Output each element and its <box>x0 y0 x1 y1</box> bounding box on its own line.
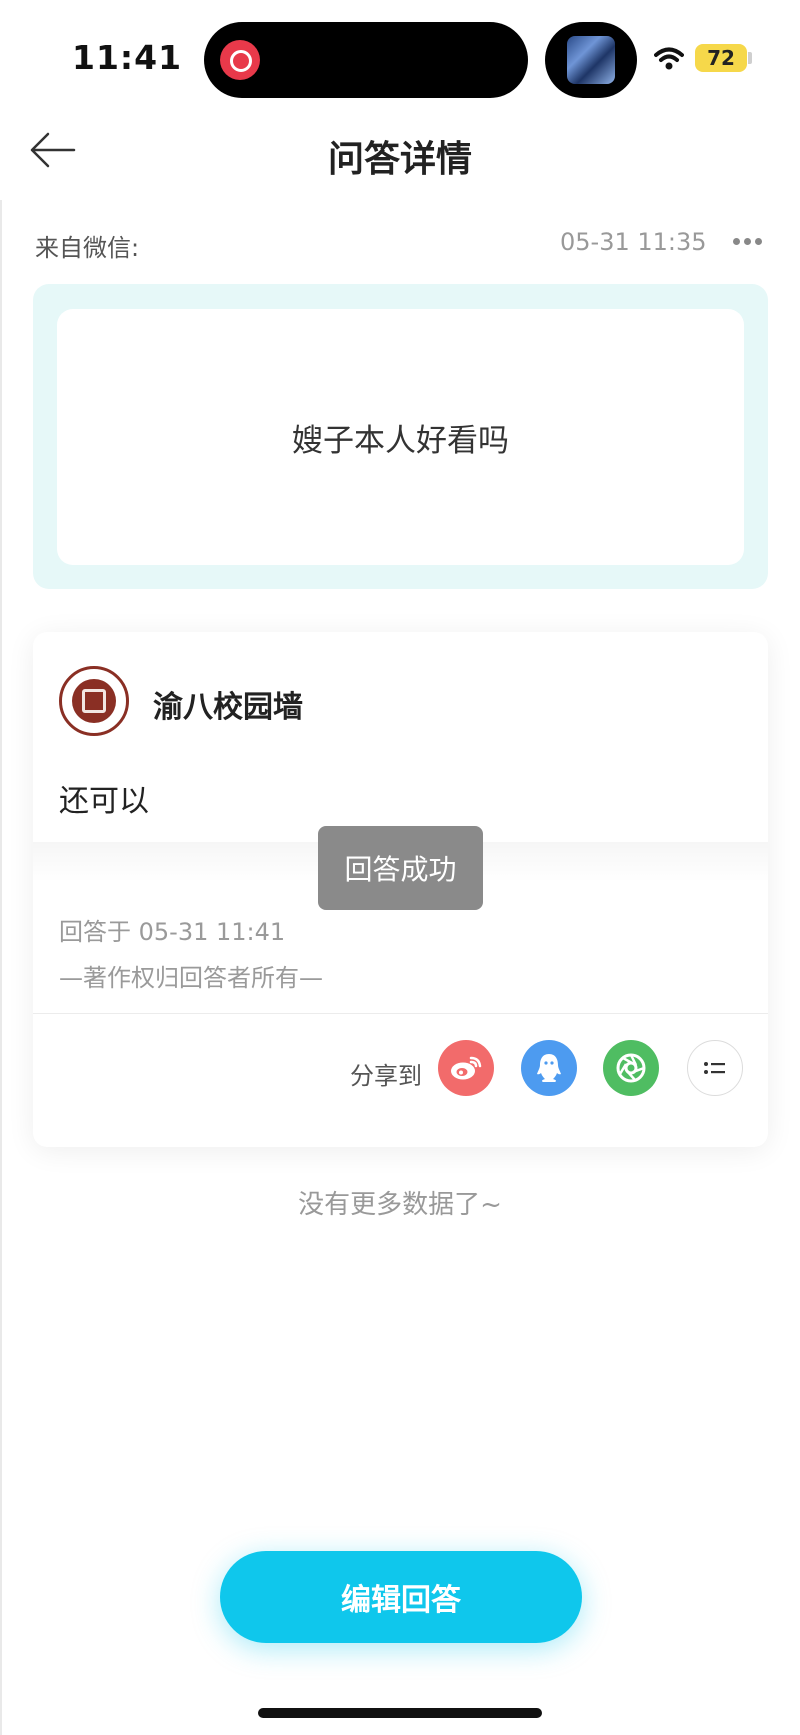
moments-icon <box>616 1053 646 1083</box>
share-label: 分享到 <box>350 1062 422 1090</box>
source-label: 来自微信: <box>35 234 140 262</box>
more-list-icon <box>704 1062 725 1074</box>
music-app-icon <box>220 40 260 80</box>
answer-text: 还可以 <box>59 784 149 819</box>
wifi-icon <box>654 47 684 70</box>
battery-tip <box>748 52 752 64</box>
divider <box>33 1013 768 1014</box>
share-more-button[interactable] <box>687 1040 743 1096</box>
battery-indicator: 72 <box>695 44 747 72</box>
copyright-notice: —著作权归回答者所有— <box>59 964 323 992</box>
question-card: 嫂子本人好看吗 <box>33 284 768 589</box>
now-playing-pill <box>545 22 637 98</box>
dynamic-island <box>204 22 528 98</box>
share-weibo-button[interactable] <box>438 1040 494 1096</box>
edge-divider <box>0 200 2 1735</box>
school-seal-icon <box>72 679 116 723</box>
status-time: 11:41 <box>72 38 183 77</box>
more-options-icon[interactable] <box>733 238 763 246</box>
page-title: 问答详情 <box>327 139 472 180</box>
album-art <box>567 36 615 84</box>
edit-answer-button[interactable]: 编辑回答 <box>220 1551 582 1643</box>
question-time: 05-31 11:35 <box>560 228 707 256</box>
qq-icon <box>537 1054 561 1082</box>
author-name[interactable]: 渝八校园墙 <box>153 682 303 726</box>
avatar[interactable] <box>59 666 129 736</box>
share-moments-button[interactable] <box>603 1040 659 1096</box>
answered-time: 回答于 05-31 11:41 <box>59 918 286 946</box>
success-toast: 回答成功 <box>318 826 483 910</box>
question-box: 嫂子本人好看吗 <box>57 309 744 565</box>
question-text: 嫂子本人好看吗 <box>292 422 509 459</box>
weibo-icon <box>451 1056 482 1080</box>
share-qq-button[interactable] <box>521 1040 577 1096</box>
home-indicator[interactable] <box>258 1708 542 1718</box>
no-more-data-text: 没有更多数据了~ <box>298 1190 502 1220</box>
